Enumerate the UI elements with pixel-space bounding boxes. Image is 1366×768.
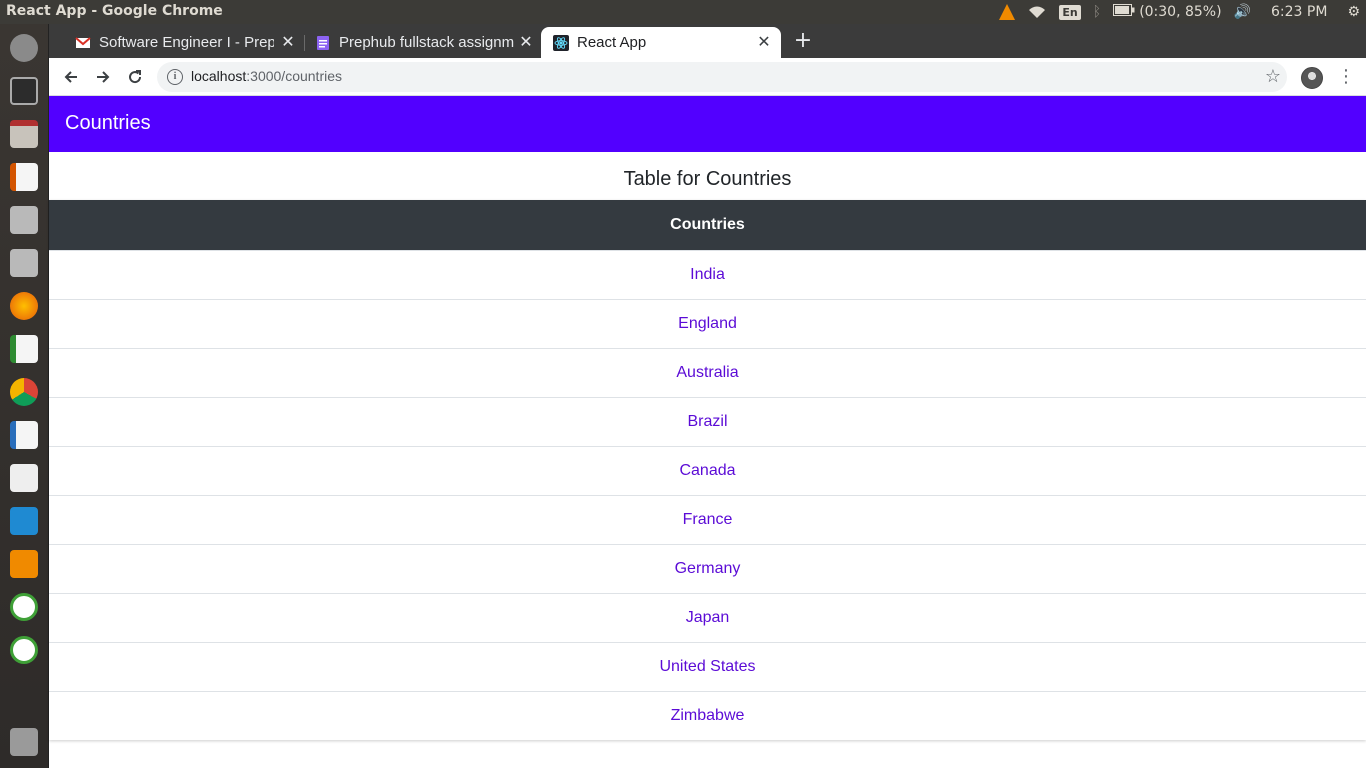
url-host: localhost bbox=[191, 68, 247, 84]
battery-text: (0:30, 85%) bbox=[1139, 4, 1222, 20]
mongodb-compass-icon[interactable] bbox=[6, 589, 42, 625]
table-row: United States bbox=[49, 642, 1366, 691]
disk-drive-icon[interactable] bbox=[6, 202, 42, 238]
table-row: Australia bbox=[49, 348, 1366, 397]
table-row: Japan bbox=[49, 593, 1366, 642]
launcher bbox=[0, 24, 49, 768]
trash-icon[interactable] bbox=[6, 724, 42, 760]
gear-icon[interactable]: ⚙ bbox=[1341, 0, 1366, 24]
country-link[interactable]: Brazil bbox=[687, 413, 727, 431]
wifi-icon[interactable] bbox=[1021, 0, 1053, 24]
countries-table: Countries India England Australia Brazil Can… bbox=[49, 200, 1366, 740]
gmail-icon bbox=[75, 35, 91, 51]
chrome-icon[interactable] bbox=[6, 374, 42, 410]
tab-label: Software Engineer I - Prep bbox=[99, 34, 274, 51]
calc-icon[interactable] bbox=[6, 331, 42, 367]
table-row: Zimbabwe bbox=[49, 691, 1366, 740]
profile-avatar[interactable] bbox=[1301, 67, 1323, 89]
vlc-tray-icon[interactable] bbox=[993, 0, 1021, 24]
window-title: React App - Google Chrome bbox=[6, 3, 223, 19]
back-arrow-icon bbox=[64, 71, 77, 83]
system-tray: En ᛒ (0:30, 85%) 🔊 6:23 PM ⚙ bbox=[993, 0, 1366, 24]
chrome-menu-icon[interactable]: ⋮ bbox=[1337, 65, 1355, 89]
table-row: France bbox=[49, 495, 1366, 544]
top-panel: React App - Google Chrome En ᛒ (0:30, 85… bbox=[0, 0, 1366, 24]
browser-toolbar: i localhost:3000/countries ☆ ⋮ bbox=[49, 58, 1366, 96]
react-icon bbox=[553, 35, 569, 51]
app-bar: Countries bbox=[49, 96, 1366, 152]
table-body: India England Australia Brazil Canada France G… bbox=[49, 250, 1366, 740]
country-link[interactable]: Germany bbox=[675, 560, 741, 578]
impress-icon[interactable] bbox=[6, 159, 42, 195]
docs-icon bbox=[315, 35, 331, 51]
bookmark-star-icon[interactable]: ☆ bbox=[1265, 66, 1281, 87]
mongodb-compass-2-icon[interactable] bbox=[6, 632, 42, 668]
country-link[interactable]: Canada bbox=[679, 462, 735, 480]
table-header: Countries bbox=[49, 200, 1366, 250]
tab-react-app[interactable]: React App ✕ bbox=[541, 27, 781, 58]
firefox-icon[interactable] bbox=[6, 288, 42, 324]
reload-icon bbox=[129, 70, 142, 84]
forward-arrow-icon bbox=[97, 71, 110, 83]
tab-strip: Software Engineer I - Prep ✕ Prephub ful… bbox=[49, 24, 1366, 58]
battery-icon bbox=[1113, 4, 1135, 20]
table-row: Canada bbox=[49, 446, 1366, 495]
vscode-icon[interactable] bbox=[6, 503, 42, 539]
battery-indicator[interactable]: (0:30, 85%) bbox=[1107, 0, 1227, 24]
writer-icon[interactable] bbox=[6, 417, 42, 453]
back-button[interactable] bbox=[58, 64, 84, 90]
country-link[interactable]: United States bbox=[659, 658, 755, 676]
close-icon[interactable]: ✕ bbox=[517, 33, 535, 51]
ubuntu-dash-icon[interactable] bbox=[6, 30, 42, 66]
tab-gmail[interactable]: Software Engineer I - Prep ✕ bbox=[49, 27, 299, 58]
country-link[interactable]: Australia bbox=[676, 364, 738, 382]
url-text: localhost:3000/countries bbox=[191, 68, 342, 84]
disk-drive-2-icon[interactable] bbox=[6, 245, 42, 281]
browser-window: Software Engineer I - Prep ✕ Prephub ful… bbox=[49, 24, 1366, 96]
tab-prephub-doc[interactable]: Prephub fullstack assignm ✕ bbox=[289, 27, 539, 58]
country-link[interactable]: France bbox=[683, 511, 733, 529]
table-row: England bbox=[49, 299, 1366, 348]
bluetooth-icon[interactable]: ᛒ bbox=[1087, 0, 1107, 24]
page-content: Countries Table for Countries Countries … bbox=[49, 96, 1366, 768]
new-tab-button[interactable]: + bbox=[791, 30, 815, 54]
keyboard-layout-indicator[interactable]: En bbox=[1053, 0, 1086, 24]
vlc-icon[interactable] bbox=[6, 546, 42, 582]
terminal-icon[interactable] bbox=[6, 73, 42, 109]
text-editor-icon[interactable] bbox=[6, 460, 42, 496]
close-icon[interactable]: ✕ bbox=[755, 33, 773, 51]
url-path: :3000/countries bbox=[246, 68, 342, 84]
country-link[interactable]: Zimbabwe bbox=[671, 707, 745, 725]
tab-label: Prephub fullstack assignm bbox=[339, 34, 514, 51]
table-caption: Table for Countries bbox=[623, 168, 792, 190]
reload-button[interactable] bbox=[122, 64, 148, 90]
country-link[interactable]: Japan bbox=[686, 609, 730, 627]
info-icon[interactable]: i bbox=[167, 69, 183, 85]
country-link[interactable]: England bbox=[678, 315, 737, 333]
country-link[interactable]: India bbox=[690, 266, 725, 284]
table-row: India bbox=[49, 250, 1366, 299]
tab-label: React App bbox=[577, 34, 647, 51]
volume-icon[interactable]: 🔊 bbox=[1228, 0, 1257, 24]
clock[interactable]: 6:23 PM bbox=[1257, 0, 1341, 24]
app-title: Countries bbox=[65, 112, 151, 134]
table-row: Brazil bbox=[49, 397, 1366, 446]
forward-button[interactable] bbox=[90, 64, 116, 90]
table-row: Germany bbox=[49, 544, 1366, 593]
address-bar[interactable]: i localhost:3000/countries ☆ bbox=[157, 62, 1287, 92]
files-icon[interactable] bbox=[6, 116, 42, 152]
